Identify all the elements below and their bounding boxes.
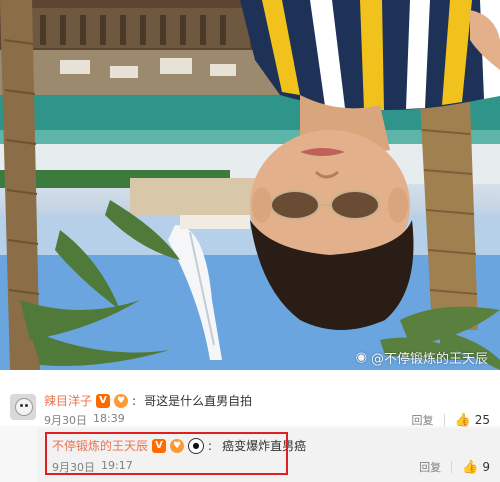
fan-icon: ♥ bbox=[170, 438, 185, 453]
like-button[interactable]: 👍 25 bbox=[455, 413, 490, 428]
reply-like-count: 9 bbox=[482, 460, 490, 474]
colon-separator: : bbox=[208, 438, 213, 453]
reply-like-button[interactable]: 👍 9 bbox=[462, 460, 490, 475]
thumbs-up-icon: 👍 bbox=[462, 459, 479, 475]
comment-date: 9月30日 bbox=[44, 414, 87, 427]
reply-time: 19:17 bbox=[101, 459, 133, 472]
vip-v-icon: V bbox=[152, 438, 167, 453]
weibo-watermark: ◉ @不停锻炼的王天辰 bbox=[356, 348, 488, 367]
reply-date: 9月30日 bbox=[52, 461, 95, 474]
reply-text: 癌变爆炸直男癌 bbox=[222, 439, 307, 453]
weibo-logo-icon: ◉ bbox=[355, 350, 367, 365]
fan-icon: ♥ bbox=[114, 393, 129, 408]
reply-header: 不停锻炼的王天辰 V ♥ ● : 癌变爆炸直男癌 bbox=[52, 437, 306, 454]
panda-icon: ● bbox=[188, 437, 205, 454]
reply-meta: 9月30日 19:17 bbox=[52, 459, 133, 475]
reply-username[interactable]: 不停锻炼的王天辰 bbox=[52, 437, 148, 454]
divider bbox=[443, 414, 445, 426]
like-count: 25 bbox=[474, 413, 490, 427]
colon-separator: : bbox=[132, 393, 137, 408]
comment-actions: 回复 👍 25 bbox=[412, 412, 490, 428]
divider bbox=[451, 461, 453, 473]
comment-text: 哥这是什么直男自拍 bbox=[144, 394, 253, 408]
comment-header: 辣目洋子 V ♥ : 哥这是什么直男自拍 bbox=[44, 392, 252, 409]
reply-actions: 回复 👍 9 bbox=[419, 459, 490, 475]
comment-time: 18:39 bbox=[93, 412, 125, 425]
vip-v-icon: V bbox=[96, 393, 111, 408]
thumbs-up-icon: 👍 bbox=[454, 412, 471, 428]
reply-reply-button[interactable]: 回复 bbox=[419, 459, 441, 475]
reply-button[interactable]: 回复 bbox=[412, 412, 434, 428]
avatar[interactable] bbox=[10, 394, 36, 420]
comment-username[interactable]: 辣目洋子 bbox=[44, 392, 92, 409]
comment-meta: 9月30日 18:39 bbox=[44, 412, 125, 428]
photo-scene bbox=[0, 0, 500, 370]
watermark-text: @不停锻炼的王天辰 bbox=[370, 352, 488, 367]
upside-down-selfie-photo: ◉ @不停锻炼的王天辰 bbox=[0, 0, 500, 370]
